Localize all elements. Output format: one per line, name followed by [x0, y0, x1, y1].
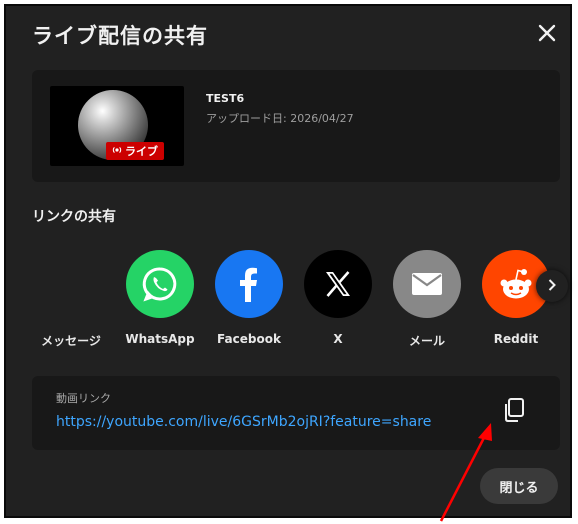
- share-whatsapp[interactable]: WhatsApp: [115, 250, 205, 346]
- share-section-label: リンクの共有: [32, 209, 116, 225]
- share-facebook[interactable]: Facebook: [204, 250, 294, 346]
- whatsapp-icon: [126, 250, 194, 318]
- share-x[interactable]: X: [293, 250, 383, 346]
- video-thumbnail: ライブ: [50, 86, 184, 166]
- share-item-label: Facebook: [217, 332, 281, 346]
- share-item-label: メール: [408, 334, 445, 348]
- copy-button[interactable]: [498, 396, 530, 428]
- x-icon: [304, 250, 372, 318]
- share-item-label: WhatsApp: [125, 332, 195, 346]
- facebook-icon: [215, 250, 283, 318]
- live-badge: ライブ: [106, 142, 164, 160]
- video-title: TEST6: [206, 92, 245, 105]
- chevron-right-icon: [545, 277, 559, 296]
- video-link-url[interactable]: https://youtube.com/live/6GSrMb2ojRI?fea…: [56, 414, 431, 430]
- share-item-label: X: [333, 332, 343, 346]
- share-mail[interactable]: メール: [382, 250, 472, 349]
- share-options-row: メッセージ WhatsApp Facebook X メール Reddit: [6, 250, 570, 360]
- copy-icon: [502, 397, 526, 427]
- next-button[interactable]: [536, 270, 568, 302]
- video-card: ライブ TEST6 アップロード日: 2026/04/27: [32, 70, 560, 182]
- video-link-label: 動画リンク: [56, 392, 111, 405]
- close-button[interactable]: 閉じる: [480, 468, 558, 504]
- share-item-label: メッセージ: [41, 334, 101, 348]
- live-badge-label: ライブ: [125, 145, 158, 158]
- dialog-title: ライブ配信の共有: [32, 24, 208, 48]
- video-link-box: 動画リンク https://youtube.com/live/6GSrMb2oj…: [32, 376, 560, 450]
- mail-icon: [393, 250, 461, 318]
- close-icon[interactable]: [534, 20, 560, 46]
- share-message[interactable]: メッセージ: [26, 250, 116, 349]
- live-icon: [112, 145, 122, 158]
- message-icon: [37, 250, 105, 318]
- upload-date: アップロード日: 2026/04/27: [206, 112, 354, 125]
- share-dialog: ライブ配信の共有 ライブ TEST6 アップロード日: 2026/04/27 リ…: [4, 4, 572, 518]
- share-item-label: Reddit: [493, 332, 539, 346]
